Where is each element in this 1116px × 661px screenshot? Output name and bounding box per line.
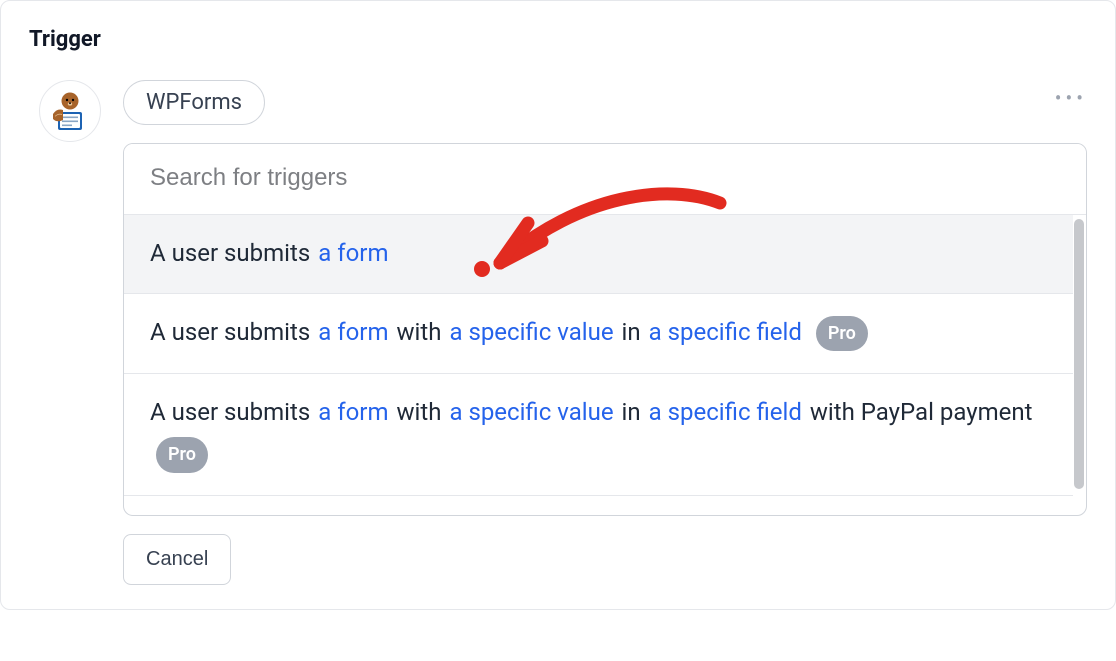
integration-tag[interactable]: WPForms xyxy=(123,80,265,125)
cancel-button[interactable]: Cancel xyxy=(123,534,231,585)
trigger-option-token: a specific value xyxy=(449,396,613,430)
trigger-option-text: A user submits xyxy=(150,237,310,271)
trigger-option-token: a specific value xyxy=(449,316,613,350)
trigger-option-token: a form xyxy=(318,316,388,350)
section-title: Trigger xyxy=(1,1,1115,52)
trigger-option-text: with xyxy=(396,316,441,350)
scrollbar[interactable] xyxy=(1073,215,1086,515)
more-options-icon[interactable]: ••• xyxy=(1055,88,1087,108)
trigger-option-text: A user submits xyxy=(150,316,310,350)
wpforms-logo-icon xyxy=(49,90,91,132)
integration-avatar xyxy=(39,80,101,142)
trigger-option-text: with PayPal payment xyxy=(810,396,1033,430)
pro-badge: Pro xyxy=(816,316,868,351)
trigger-options-list: A user submitsa formA user submitsa form… xyxy=(124,215,1073,515)
trigger-option-text: in xyxy=(622,396,641,430)
scrollbar-thumb[interactable] xyxy=(1074,219,1084,489)
trigger-option-token: a form xyxy=(318,396,388,430)
trigger-option-text: in xyxy=(622,316,641,350)
pro-badge: Pro xyxy=(156,437,208,472)
trigger-combobox: A user submitsa formA user submitsa form… xyxy=(123,143,1087,516)
trigger-option-token: a specific field xyxy=(649,316,802,350)
trigger-option-text: with xyxy=(396,396,441,430)
trigger-option-text: A user submits xyxy=(150,396,310,430)
trigger-search-input[interactable] xyxy=(124,144,1086,215)
trigger-option-token: a form xyxy=(318,237,388,271)
trigger-option-token: a specific field xyxy=(649,396,802,430)
trigger-option[interactable]: A user submitsa formwitha specific value… xyxy=(124,293,1073,373)
trigger-option[interactable]: A user submitsa formwitha specific value… xyxy=(124,373,1073,495)
trigger-option[interactable]: A user submitsa formwith PayPal paymentP… xyxy=(124,495,1073,515)
trigger-option[interactable]: A user submitsa form xyxy=(124,215,1073,293)
